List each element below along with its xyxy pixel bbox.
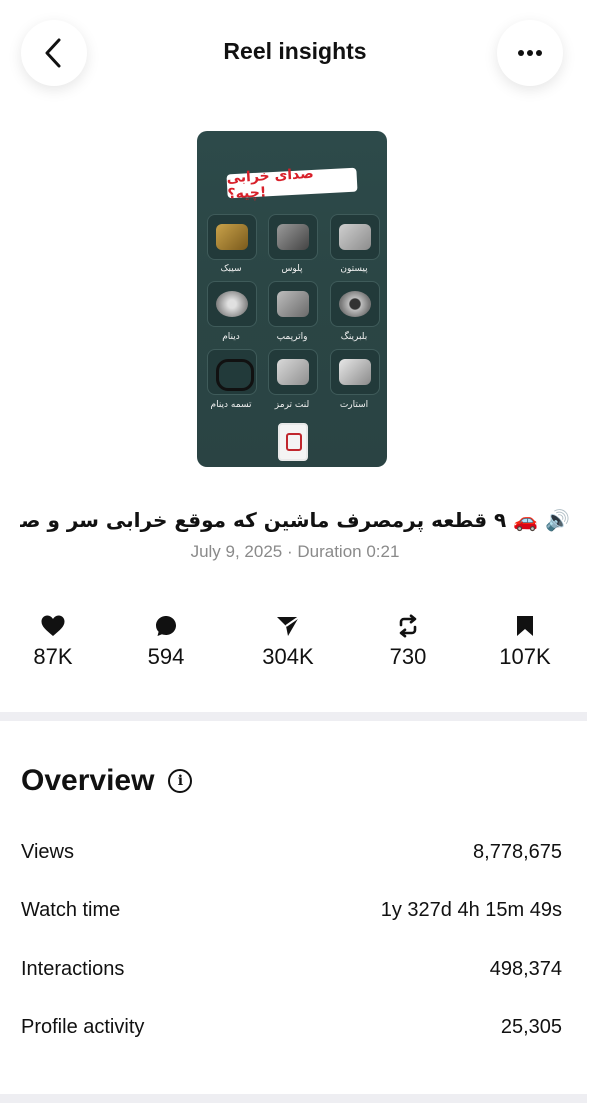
- bearing-icon: [330, 281, 380, 327]
- part-label-belt: تسمه دینام: [210, 400, 252, 410]
- bookmark-icon: [517, 616, 533, 636]
- reposts-count: 730: [389, 644, 427, 669]
- part-label-alternator: دینام: [222, 332, 240, 342]
- piston-icon: [330, 214, 380, 260]
- shares-count: 304K: [262, 644, 314, 669]
- part-label-cv-axle: پلوس: [281, 264, 303, 274]
- share-icon: [277, 616, 300, 636]
- cv-axle-icon: [268, 214, 318, 260]
- overview-row-watch-time: Watch time 1y 327d 4h 15m 49s: [21, 895, 562, 925]
- reel-thumbnail[interactable]: صدای خرابی چیه؟! پیستون پلوس سیبک بلبرین…: [197, 131, 387, 467]
- info-icon[interactable]: i: [168, 769, 193, 793]
- alternator-icon: [207, 281, 257, 327]
- row-value: 1y 327d 4h 15m 49s: [380, 898, 562, 921]
- overview-title: Overview: [21, 764, 155, 797]
- more-horizontal-icon: [518, 50, 542, 56]
- section-divider: [0, 712, 587, 721]
- part-label-starter: استارت: [339, 400, 369, 410]
- stat-likes: 87K: [0, 612, 108, 670]
- brand-logo: [278, 423, 308, 461]
- row-label: Watch time: [21, 898, 121, 921]
- brake-pad-icon: [268, 349, 318, 395]
- starter-icon: [330, 349, 380, 395]
- row-label: Profile activity: [21, 1015, 145, 1038]
- belt-icon: [207, 349, 257, 395]
- row-label: Views: [21, 840, 74, 863]
- stat-reposts: 730: [353, 612, 463, 670]
- overview-row-profile-activity: Profile activity 25,305: [21, 1012, 562, 1042]
- row-label: Interactions: [21, 957, 125, 980]
- comment-icon: [156, 616, 176, 636]
- part-label-piston: پیستون: [340, 264, 368, 274]
- overview-row-views: Views 8,778,675: [21, 837, 562, 867]
- part-label-water-pump: واترپمپ: [276, 332, 308, 342]
- thumbnail-banner: صدای خرابی چیه؟!: [226, 166, 358, 202]
- section-divider-bottom: [0, 1094, 587, 1103]
- reel-meta: July 9, 2025 · Duration 0:21: [190, 542, 400, 561]
- likes-count: 87K: [33, 644, 73, 669]
- row-value: 25,305: [500, 1015, 562, 1038]
- water-pump-icon: [268, 281, 318, 327]
- reel-caption: 🔊 🚗 ۹ قطعه پرمصرف ماشین که موقع خرابی سر…: [20, 508, 570, 532]
- more-options-button[interactable]: [497, 20, 563, 86]
- stat-saves: 107K: [470, 612, 580, 670]
- part-label-brake-pad: لنت ترمز: [274, 400, 310, 410]
- heart-icon: [41, 615, 65, 636]
- overview-heading: Overview i: [21, 764, 193, 798]
- comments-count: 594: [147, 644, 185, 669]
- row-value: 8,778,675: [473, 840, 562, 863]
- saves-count: 107K: [499, 644, 551, 669]
- row-value: 498,374: [489, 957, 562, 980]
- stat-shares: 304K: [233, 612, 343, 670]
- ball-joint-icon: [207, 214, 257, 260]
- overview-row-interactions: Interactions 498,374: [21, 954, 562, 984]
- stat-comments: 594: [111, 612, 221, 670]
- part-label-bearing: بلبرینگ: [340, 332, 368, 342]
- repost-icon: [399, 614, 417, 638]
- part-label-ball-joint: سیبک: [220, 264, 242, 274]
- top-bar: Reel insights: [0, 0, 590, 110]
